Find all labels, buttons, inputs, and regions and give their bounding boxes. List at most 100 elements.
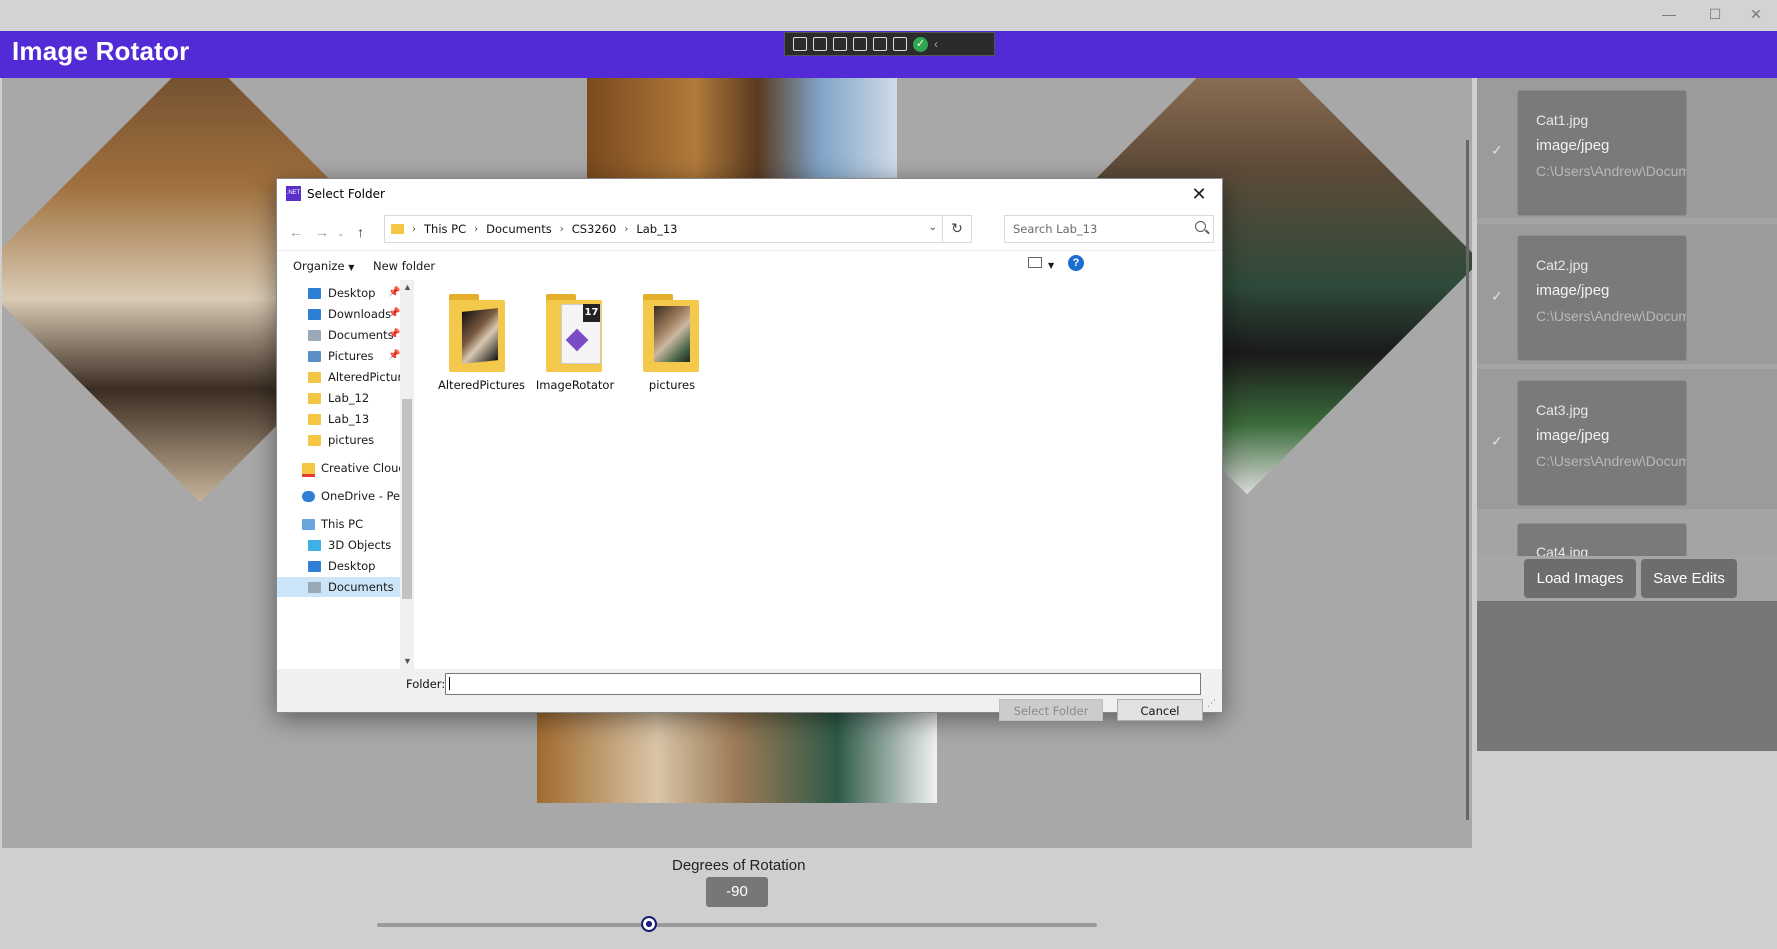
pin-icon: 📌 [388, 329, 400, 340]
window-titlebar [0, 0, 1777, 31]
forward-arrow-icon[interactable]: → [315, 224, 329, 240]
nav-item-pictures[interactable]: Pictures [328, 349, 374, 363]
image-name: Cat1.jpg [1536, 112, 1589, 128]
minimize-button[interactable]: — [1646, 0, 1692, 31]
nav-item-desktop-2[interactable]: Desktop [328, 559, 375, 573]
documents-icon [308, 582, 321, 593]
nav-item-documents-2[interactable]: Documents [328, 580, 394, 594]
image-card[interactable]: Cat3.jpg image/jpeg C:\Users\Andrew\Docu… [1517, 380, 1687, 506]
3d-objects-icon [308, 540, 321, 551]
camera-icon[interactable] [813, 37, 827, 51]
onedrive-icon [302, 491, 315, 502]
organize-label: Organize [293, 259, 345, 273]
image-name: Cat2.jpg [1536, 257, 1589, 273]
scroll-down-icon[interactable]: ▼ [403, 656, 412, 666]
close-window-button[interactable]: ✕ [1733, 0, 1777, 31]
track-focus-icon[interactable] [873, 37, 887, 51]
nav-item-lab12[interactable]: Lab_12 [328, 391, 369, 405]
maximize-button[interactable]: ☐ [1692, 0, 1738, 31]
rotated-photo-2 [587, 78, 897, 178]
nav-item-lab13[interactable]: Lab_13 [328, 412, 369, 426]
search-placeholder: Search Lab_13 [1013, 222, 1098, 236]
folder-name: AlteredPictures [438, 378, 526, 392]
image-path: C:\Users\Andrew\Documents\CS3260\Lab_13\… [1536, 163, 1687, 179]
address-bar[interactable]: › This PC › Documents › CS3260 › Lab_13 … [384, 215, 972, 243]
side-panel-footer [1477, 601, 1777, 751]
collapse-toolbar-icon[interactable]: ‹ [934, 37, 938, 51]
folder-thumbnail [462, 308, 498, 364]
cancel-button[interactable]: Cancel [1117, 699, 1203, 721]
dialog-title: Select Folder [307, 187, 385, 201]
breadcrumb-cs3260[interactable]: CS3260 [572, 222, 617, 236]
accessibility-icon[interactable] [893, 37, 907, 51]
select-element-icon[interactable] [833, 37, 847, 51]
folder-name: ImageRotator [535, 378, 615, 392]
image-mime: image/jpeg [1536, 282, 1610, 299]
layout-adorner-icon[interactable] [853, 37, 867, 51]
load-images-button[interactable]: Load Images [1524, 559, 1636, 598]
vs-version-badge: 17 [583, 304, 600, 322]
back-arrow-icon[interactable]: ← [289, 224, 303, 240]
select-folder-button[interactable]: Select Folder [999, 699, 1103, 721]
pin-icon: 📌 [388, 287, 400, 298]
caret-down-icon: ▼ [348, 263, 355, 272]
check-icon: ✓ [1491, 142, 1503, 158]
rotated-photo-4 [537, 708, 937, 803]
breadcrumb-this-pc[interactable]: This PC [424, 222, 466, 236]
select-folder-dialog: .NET Select Folder ✕ ← → ⌄ ↑ › This PC ›… [276, 178, 1223, 721]
dotnet-app-icon: .NET [286, 186, 301, 201]
image-card[interactable]: Cat2.jpg image/jpeg C:\Users\Andrew\Docu… [1517, 235, 1687, 361]
nav-scroll-thumb[interactable] [402, 399, 412, 599]
nav-item-desktop[interactable]: Desktop [328, 286, 375, 300]
nav-item-alteredpictures[interactable]: AlteredPictures [328, 370, 400, 384]
rotation-slider-thumb[interactable] [641, 916, 657, 932]
text-caret [449, 677, 450, 690]
folder-icon [391, 224, 404, 234]
file-list[interactable]: AlteredPictures 17 ImageRotator pictures [414, 280, 1222, 669]
save-edits-button[interactable]: Save Edits [1641, 559, 1737, 598]
view-dropdown-icon[interactable]: ▼ [1048, 261, 1054, 270]
organize-menu[interactable]: Organize ▼ [293, 259, 354, 273]
nav-item-documents[interactable]: Documents [328, 328, 394, 342]
breadcrumb-lab13[interactable]: Lab_13 [636, 222, 677, 236]
folder-item-imagerotator[interactable]: 17 ImageRotator [535, 294, 615, 394]
folder-item-alteredpictures[interactable]: AlteredPictures [438, 294, 526, 394]
scroll-up-icon[interactable]: ▲ [403, 282, 412, 292]
search-icon[interactable] [1195, 221, 1206, 232]
desktop-icon [308, 288, 321, 299]
new-folder-button[interactable]: New folder [373, 259, 435, 273]
debug-toolbar[interactable]: ✓ ‹ [784, 32, 995, 56]
nav-item-3d-objects[interactable]: 3D Objects [328, 538, 391, 552]
folder-item-pictures[interactable]: pictures [632, 294, 712, 394]
rotation-label: Degrees of Rotation [672, 857, 806, 874]
recent-locations-icon[interactable]: ⌄ [337, 228, 345, 239]
refresh-icon[interactable]: ↻ [942, 216, 971, 242]
canvas-scrollbar[interactable] [1466, 140, 1469, 820]
folder-icon [308, 393, 321, 404]
search-input[interactable]: Search Lab_13 [1004, 215, 1214, 243]
up-arrow-icon[interactable]: ↑ [357, 224, 364, 240]
nav-item-pictures-folder[interactable]: pictures [328, 433, 374, 447]
live-tree-icon[interactable] [793, 37, 807, 51]
breadcrumb-separator-icon: › [559, 223, 564, 235]
downloads-icon [308, 309, 321, 320]
breadcrumb-separator-icon: › [624, 223, 629, 235]
help-icon[interactable]: ? [1068, 255, 1084, 271]
binding-ok-icon[interactable]: ✓ [913, 36, 928, 52]
resize-grip-icon[interactable]: ⋰ [1207, 698, 1216, 709]
dialog-close-button[interactable]: ✕ [1184, 182, 1214, 206]
nav-item-onedrive[interactable]: OneDrive - Persor [321, 489, 400, 503]
nav-item-creative-cloud[interactable]: Creative Cloud Fil [321, 461, 400, 475]
chevron-down-icon[interactable]: ⌄ [929, 222, 937, 233]
view-options-icon[interactable] [1028, 257, 1042, 268]
rotation-slider-track[interactable] [377, 923, 1097, 927]
image-card[interactable]: Cat1.jpg image/jpeg C:\Users\Andrew\Docu… [1517, 90, 1687, 216]
navigation-pane[interactable]: Desktop 📌 Downloads 📌 Documents 📌 Pictur… [277, 280, 400, 669]
nav-item-downloads[interactable]: Downloads [328, 307, 391, 321]
folder-label: Folder: [406, 677, 446, 691]
nav-item-this-pc[interactable]: This PC [321, 517, 363, 531]
breadcrumb-documents[interactable]: Documents [486, 222, 552, 236]
folder-input[interactable] [445, 673, 1201, 695]
image-mime: image/jpeg [1536, 137, 1610, 154]
computer-icon [302, 519, 315, 530]
